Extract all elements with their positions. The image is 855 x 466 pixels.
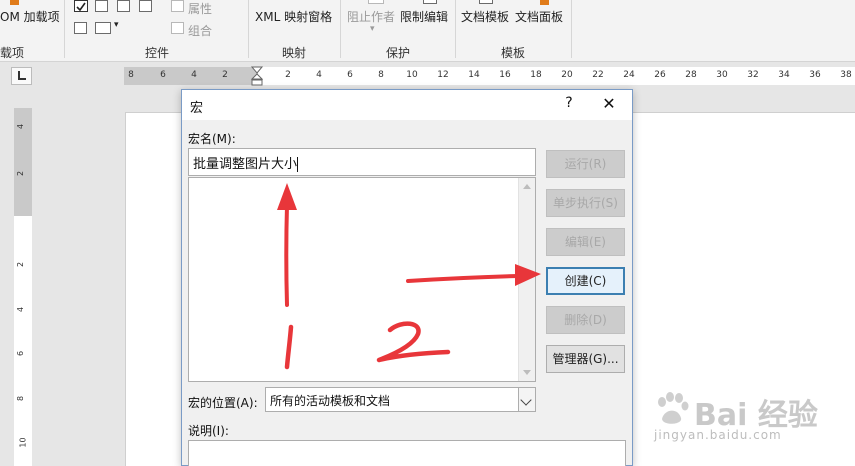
document-panel-button[interactable]: 文档面板 — [515, 8, 563, 25]
paw-icon — [658, 392, 689, 424]
property-button[interactable]: 属性 — [188, 0, 212, 17]
ruler-number: 2 — [285, 70, 291, 80]
tab-selector[interactable] — [11, 67, 32, 85]
chevron-down-icon[interactable]: ▾ — [370, 24, 375, 34]
ruler-number: 6 — [160, 70, 166, 80]
ruler-number: 12 — [437, 70, 449, 80]
group-icon — [171, 22, 184, 34]
ruler-number: 16 — [499, 70, 511, 80]
dialog-title-bar[interactable]: 宏 ? ✕ — [182, 90, 632, 120]
ruler-number: 4 — [316, 70, 322, 80]
property-icon — [171, 0, 184, 12]
step-into-button[interactable]: 单步执行(S) — [546, 189, 625, 217]
ruler-number: 6 — [347, 70, 353, 80]
xml-mapping-pane-button[interactable]: XML 映射窗格 — [255, 8, 332, 25]
table-control-icon[interactable] — [139, 0, 152, 12]
description-label: 说明(I): — [188, 424, 229, 438]
ruler-number: 10 — [406, 70, 418, 80]
ruler-number: 18 — [530, 70, 542, 80]
ruler-number: 4 — [16, 123, 26, 130]
ruler-number: 24 — [623, 70, 635, 80]
document-template-icon — [479, 0, 493, 4]
templates-group-label: 模板 — [501, 46, 526, 60]
edit-button[interactable]: 编辑(E) — [546, 228, 625, 256]
macro-name-input[interactable]: 批量调整图片大小 — [188, 148, 536, 176]
macro-list[interactable] — [188, 177, 536, 382]
checkbox-control-icon[interactable] — [74, 0, 88, 12]
vertical-ruler[interactable]: 4 2 2 4 6 8 10 — [14, 108, 32, 466]
dialog-title: 宏 — [190, 101, 204, 116]
ruler-number: 8 — [378, 70, 384, 80]
group-button[interactable]: 组合 — [188, 22, 212, 39]
macro-dialog: 宏 ? ✕ 宏名(M): 批量调整图片大小 运行(R) 单步执行(S) 编辑(E… — [181, 89, 633, 466]
ruler-number: 2 — [16, 261, 26, 268]
ruler-number: 14 — [468, 70, 480, 80]
description-box — [188, 440, 626, 466]
ruler-number: 30 — [716, 70, 728, 80]
ruler-number: 2 — [222, 70, 228, 80]
ruler-number: 4 — [16, 306, 26, 313]
dropdown-button[interactable] — [518, 388, 535, 411]
com-addins-button[interactable]: OM 加载项 — [0, 8, 60, 25]
macro-name-value: 批量调整图片大小 — [193, 157, 298, 172]
group-separator — [64, 0, 65, 58]
block-authors-button[interactable]: 阻止作者 — [347, 8, 395, 25]
baidu-watermark: Bai 经验 jingyan.baidu.com — [648, 388, 848, 458]
delete-button[interactable]: 删除(D) — [546, 306, 625, 334]
organizer-button[interactable]: 管理器(G)... — [546, 345, 625, 373]
indent-marker-icon[interactable] — [251, 66, 263, 86]
legacy-forms-icon[interactable] — [95, 22, 111, 34]
chevron-down-icon[interactable]: ▾ — [114, 20, 119, 30]
ruler-number: 36 — [809, 70, 821, 80]
com-addins-icon — [10, 0, 19, 5]
help-button[interactable]: ? — [559, 95, 579, 115]
scroll-down-icon[interactable] — [523, 370, 531, 375]
restrict-editing-icon — [423, 0, 437, 4]
ruler-number: 8 — [16, 395, 26, 402]
restrict-editing-button[interactable]: 限制编辑 — [400, 8, 448, 25]
group-separator — [248, 0, 249, 58]
mapping-group-label: 映射 — [282, 46, 307, 60]
macros-in-select[interactable]: 所有的活动模板和文档 — [265, 387, 536, 412]
list-control-icon[interactable] — [95, 0, 108, 12]
text-cursor — [297, 157, 299, 172]
run-button[interactable]: 运行(R) — [546, 150, 625, 178]
list-scrollbar[interactable] — [518, 178, 535, 381]
ribbon: OM 加载项 载项 ▾ 属性 组合 控件 XML 映射窗格 映射 阻止作者 限制… — [0, 0, 855, 62]
chevron-down-icon — [520, 394, 532, 406]
ruler-number: 2 — [16, 170, 26, 177]
create-button[interactable]: 创建(C) — [546, 267, 625, 295]
macro-name-label: 宏名(M): — [188, 132, 236, 146]
addins-group-label: 载项 — [0, 46, 25, 60]
document-template-button[interactable]: 文档模板 — [461, 8, 509, 25]
legacy-tools-icon[interactable] — [74, 22, 87, 34]
group-separator — [571, 0, 572, 58]
ruler-number: 22 — [592, 70, 604, 80]
watermark-url: jingyan.baidu.com — [654, 428, 782, 442]
ruler-number: 26 — [654, 70, 666, 80]
ruler-number: 20 — [561, 70, 573, 80]
ruler-number: 34 — [778, 70, 790, 80]
scroll-up-icon[interactable] — [523, 184, 531, 189]
macros-in-value: 所有的活动模板和文档 — [270, 394, 391, 408]
left-tab-icon — [18, 71, 26, 80]
ruler-number: 8 — [128, 70, 134, 80]
ruler-number: 10 — [18, 437, 28, 448]
document-panel-icon — [540, 0, 549, 5]
ruler-number: 32 — [747, 70, 759, 80]
horizontal-ruler[interactable]: 8 6 4 2 2 4 6 8 10 12 14 16 18 20 22 24 26 28 30 32 34 36 38 — [124, 67, 855, 85]
close-button[interactable]: ✕ — [594, 94, 624, 116]
group-separator — [455, 0, 456, 58]
macros-in-label: 宏的位置(A): — [188, 396, 258, 410]
ruler-number: 6 — [16, 350, 26, 357]
controls-group-label: 控件 — [145, 46, 170, 60]
ruler-number: 28 — [685, 70, 697, 80]
group-separator — [340, 0, 341, 58]
block-authors-icon — [368, 0, 384, 4]
protect-group-label: 保护 — [386, 46, 411, 60]
combo-control-icon[interactable] — [117, 0, 130, 12]
ruler-number: 4 — [191, 70, 197, 80]
ruler-number: 38 — [840, 70, 852, 80]
